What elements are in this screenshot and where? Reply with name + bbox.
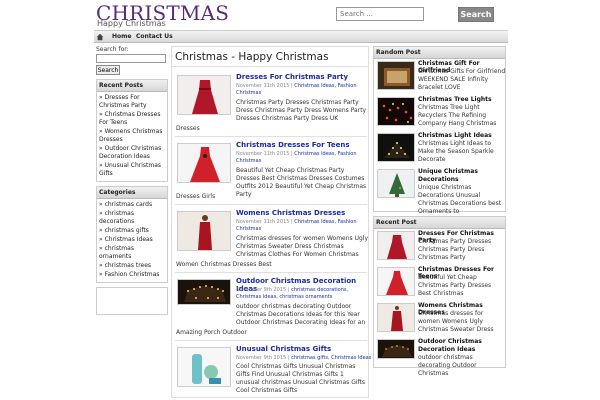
recent-post-desc: outdoor christmas decorating Outdoor Chr… — [418, 354, 477, 377]
category-link[interactable]: » christmas trees — [99, 262, 165, 270]
category-link[interactable]: » christmas ornaments — [99, 245, 165, 261]
post-item: Unusual Christmas Gifts November 9th 201… — [175, 345, 371, 395]
nav-contact-us[interactable]: Contact Us — [136, 33, 173, 40]
post-item: Womens Christmas Dresses November 11th 2… — [175, 209, 368, 273]
sidebar-search-input[interactable] — [96, 54, 166, 63]
post-meta: November 11th 2015 | Christmas Ideas, Fa… — [236, 83, 366, 97]
recent-post-item: Outdoor Christmas Decoration Ideas outdo… — [374, 337, 506, 377]
post-title[interactable]: Unusual Christmas Gifts — [236, 345, 331, 353]
recent-post-desc: Christmas dresses for women Womens Ugly … — [418, 310, 494, 333]
categories-widget: Categories » christmas cards » christmas… — [96, 186, 168, 283]
random-post-item: Unique Christmas Decorations Unique Chri… — [374, 167, 506, 215]
random-post-heading[interactable]: Unique Christmas Decorations — [418, 168, 506, 184]
random-post-thumbnail[interactable] — [377, 61, 415, 90]
category-link[interactable]: » christmas cards — [99, 201, 165, 209]
category-link[interactable]: » christmas decorations — [99, 210, 165, 226]
home-icon[interactable] — [96, 33, 104, 41]
recent-post-desc: Beautiful Yet Cheap Christmas Party Dres… — [418, 274, 492, 297]
header-search-button[interactable]: Search — [458, 7, 494, 22]
header-search-input[interactable] — [336, 7, 424, 21]
post-excerpt-tail: Dresses Girls — [176, 193, 216, 200]
recent-post-link[interactable]: » Christmas Dresses For Teens — [99, 111, 165, 127]
post-excerpt: Cool Christmas Gifts Unusual Christmas G… — [236, 363, 365, 394]
recent-post-thumbnail[interactable] — [377, 339, 415, 359]
post-thumbnail[interactable] — [177, 75, 231, 115]
post-excerpt-tail: Amazing Porch Outdoor — [176, 329, 247, 336]
post-item: Dresses For Christmas Party November 11t… — [175, 73, 367, 137]
recent-post-link[interactable]: » Outdoor Christmas Decoration Ideas — [99, 145, 165, 161]
post-meta: November 9th 2015 | christmas decoration… — [236, 287, 366, 301]
recent-post-title: Recent Post — [374, 217, 505, 229]
recent-post-desc: Christmas Party Dresses Christmas Party … — [418, 238, 492, 261]
categories-title: Categories — [97, 187, 167, 199]
post-item: Outdoor Christmas Decoration Ideas Novem… — [175, 277, 367, 341]
sidebar-search-label: Search for: — [96, 46, 129, 53]
category-link[interactable]: » Fashion Christmas — [99, 271, 165, 279]
post-thumbnail[interactable] — [177, 211, 231, 251]
left-sidebar: Search for: Search Recent Posts » Dresse… — [96, 46, 168, 319]
main-content: Christmas - Happy Christmas Dresses For … — [171, 46, 371, 398]
post-item: Christmas Dresses For Teens November 11t… — [175, 141, 367, 205]
random-post-widget: Random Post Christmas Gift For Girlfrien… — [373, 46, 506, 215]
site-header: CHRISTMAS Happy Christmas Search — [96, 0, 506, 32]
recent-post-item: Christmas Dresses For Teens Beautiful Ye… — [374, 265, 505, 301]
random-post-item: Christmas Gift For Girlfriend Christmas … — [374, 59, 505, 95]
post-excerpt-tail: Women Christmas Dresses Best — [176, 261, 272, 268]
site-tagline: Happy Christmas — [97, 19, 166, 28]
post-title[interactable]: Womens Christmas Dresses — [236, 209, 345, 217]
post-thumbnail[interactable] — [177, 347, 231, 387]
post-date: November 11th 2015 | — [236, 151, 295, 157]
post-meta: November 9th 2015 | christmas gifts, Chr… — [236, 355, 376, 362]
recent-posts-title: Recent Posts — [97, 80, 167, 92]
random-post-item: Christmas Light Ideas Christmas Light Id… — [374, 131, 505, 167]
empty-widget — [96, 287, 168, 315]
page-title: Christmas - Happy Christmas — [172, 47, 368, 67]
random-post-heading[interactable]: Christmas Tree Lights — [418, 96, 492, 103]
category-link[interactable]: » christmas gifts — [99, 227, 165, 235]
post-meta: November 11th 2015 | Christmas Ideas, Fa… — [236, 219, 366, 233]
nav-home[interactable]: Home — [112, 33, 131, 40]
category-link[interactable]: » Christmas Ideas — [99, 236, 165, 244]
random-post-thumbnail[interactable] — [377, 169, 415, 198]
main-nav: Home Contact Us — [94, 30, 508, 43]
post-excerpt: Christmas Party Dresses Christmas Party … — [236, 99, 367, 122]
recent-post-thumbnail[interactable] — [377, 267, 415, 296]
random-post-thumbnail[interactable] — [377, 133, 415, 162]
recent-post-item: Womens Christmas Dresses Christmas dress… — [374, 301, 505, 337]
post-excerpt: outdoor christmas decorating Outdoor Chr… — [236, 303, 366, 326]
recent-post-thumbnail[interactable] — [377, 303, 415, 332]
random-post-desc: Christmas Light Ideas to Make the Season… — [418, 140, 494, 163]
post-date: November 9th 2015 | — [236, 355, 292, 361]
recent-post-widget: Recent Post Dresses For Christmas Party … — [373, 216, 506, 377]
random-post-thumbnail[interactable] — [377, 97, 415, 126]
post-date: November 11th 2015 | — [236, 83, 295, 89]
right-sidebar: Random Post Christmas Gift For Girlfrien… — [373, 46, 506, 377]
recent-post-thumbnail[interactable] — [377, 231, 415, 260]
recent-post-heading[interactable]: Outdoor Christmas Decoration Ideas — [418, 338, 506, 354]
post-title[interactable]: Dresses For Christmas Party — [236, 73, 348, 81]
post-title[interactable]: Christmas Dresses For Teens — [236, 141, 350, 149]
post-excerpt-tail: Dresses — [176, 125, 200, 132]
random-post-heading[interactable]: Christmas Light Ideas — [418, 132, 492, 139]
sidebar-search-button[interactable]: Search — [96, 65, 120, 75]
random-post-item: Christmas Tree Lights Christmas Tree Lig… — [374, 95, 505, 131]
post-excerpt: Christmas dresses for women Womens Ugly … — [236, 235, 368, 258]
recent-post-item: Dresses For Christmas Party Christmas Pa… — [374, 229, 505, 265]
recent-post-link[interactable]: » Unusual Christmas Gifts — [99, 162, 165, 178]
post-thumbnail[interactable] — [177, 279, 231, 305]
recent-post-link[interactable]: » Womens Christmas Dresses — [99, 128, 165, 144]
random-post-title: Random Post — [374, 47, 505, 59]
post-thumbnail[interactable] — [177, 143, 231, 183]
random-post-desc: Christmas Gifts For Girlfriend WEEKEND S… — [418, 68, 506, 91]
recent-post-link[interactable]: » Dresses For Christmas Party — [99, 94, 165, 110]
random-post-desc: Unique Christmas Decorations Unusual Chr… — [418, 184, 502, 215]
post-date: November 11th 2015 | — [236, 219, 295, 225]
post-meta: November 11th 2015 | Christmas Ideas, Fa… — [236, 151, 366, 165]
post-categories[interactable]: christmas gifts, Christmas Ideas — [291, 355, 371, 361]
post-date: November 9th 2015 | — [236, 287, 292, 293]
random-post-desc: Christmas Tree Light Recyclers The Refin… — [418, 104, 497, 127]
recent-posts-widget: Recent Posts » Dresses For Christmas Par… — [96, 79, 168, 182]
